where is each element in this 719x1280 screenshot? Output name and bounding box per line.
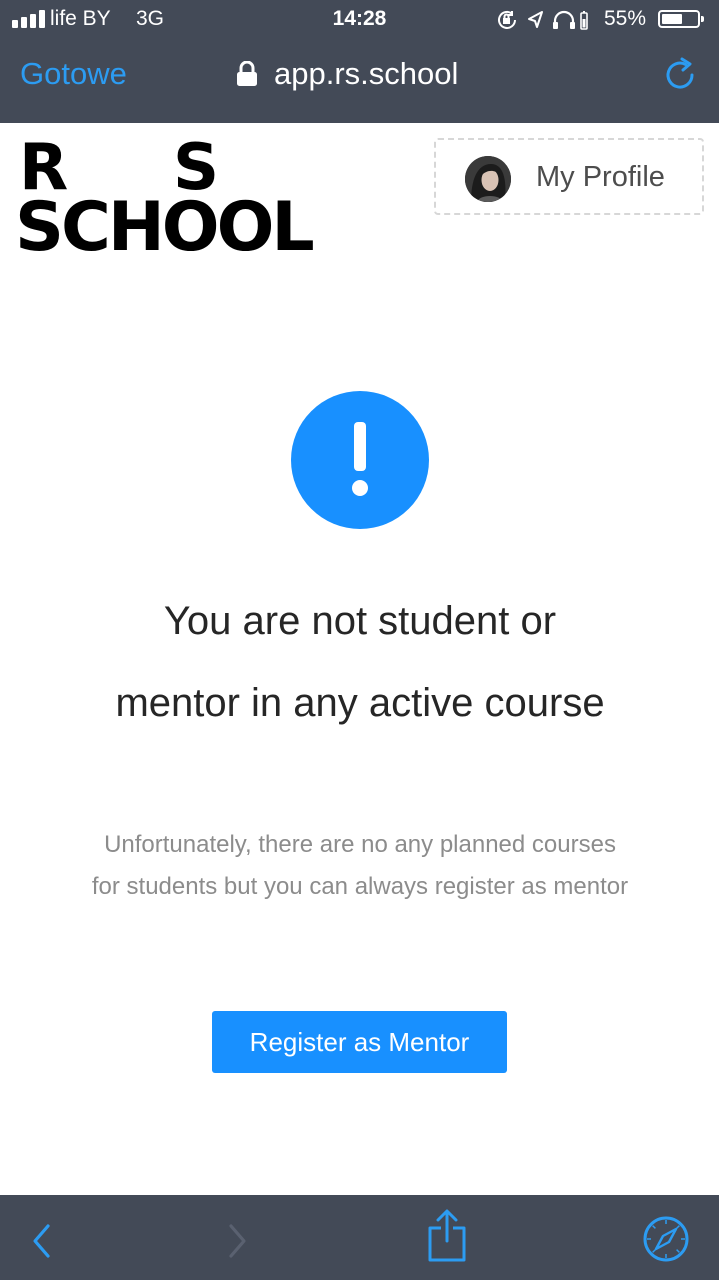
lock-icon <box>237 61 257 86</box>
location-icon <box>528 11 543 28</box>
avatar <box>465 156 511 202</box>
my-profile-label: My Profile <box>536 161 665 193</box>
browser-top-bar: life BY 3G 14:28 55% Gotowe app.rs.schoo… <box>0 0 719 123</box>
register-as-mentor-button[interactable]: Register as Mentor <box>212 1011 507 1073</box>
rotation-lock-icon <box>498 10 516 29</box>
headphones-battery-icon <box>580 11 588 30</box>
back-button[interactable] <box>8 1195 78 1280</box>
browser-toolbar <box>0 1195 719 1280</box>
status-bar: life BY 3G 14:28 55% <box>0 0 719 40</box>
share-icon <box>428 1209 466 1262</box>
open-in-safari-button[interactable] <box>632 1195 702 1280</box>
done-button[interactable]: Gotowe <box>20 56 127 92</box>
safari-compass-icon <box>643 1216 689 1262</box>
exclamation-circle-icon <box>291 391 429 529</box>
forward-button[interactable] <box>205 1195 275 1280</box>
my-profile-button[interactable]: My Profile <box>434 138 704 215</box>
result-title: You are not student or mentor in any act… <box>115 599 605 725</box>
rs-school-logo[interactable]: R S SCHOOL <box>15 136 339 267</box>
forward-icon <box>229 1224 246 1258</box>
battery-icon <box>658 10 704 28</box>
browser-nav-bar: Gotowe app.rs.school <box>0 40 719 123</box>
address-bar[interactable]: app.rs.school <box>236 54 536 96</box>
share-button[interactable] <box>413 1195 483 1280</box>
headphones-icon <box>553 10 575 29</box>
reload-icon[interactable] <box>664 56 698 92</box>
back-icon <box>33 1224 50 1258</box>
logo-word-school: SCHOOL <box>15 188 315 267</box>
url-text: app.rs.school <box>274 56 459 91</box>
result-subtitle: Unfortunately, there are no any planned … <box>91 831 629 900</box>
status-icons <box>498 10 588 30</box>
battery-percent: 55% <box>604 7 647 30</box>
